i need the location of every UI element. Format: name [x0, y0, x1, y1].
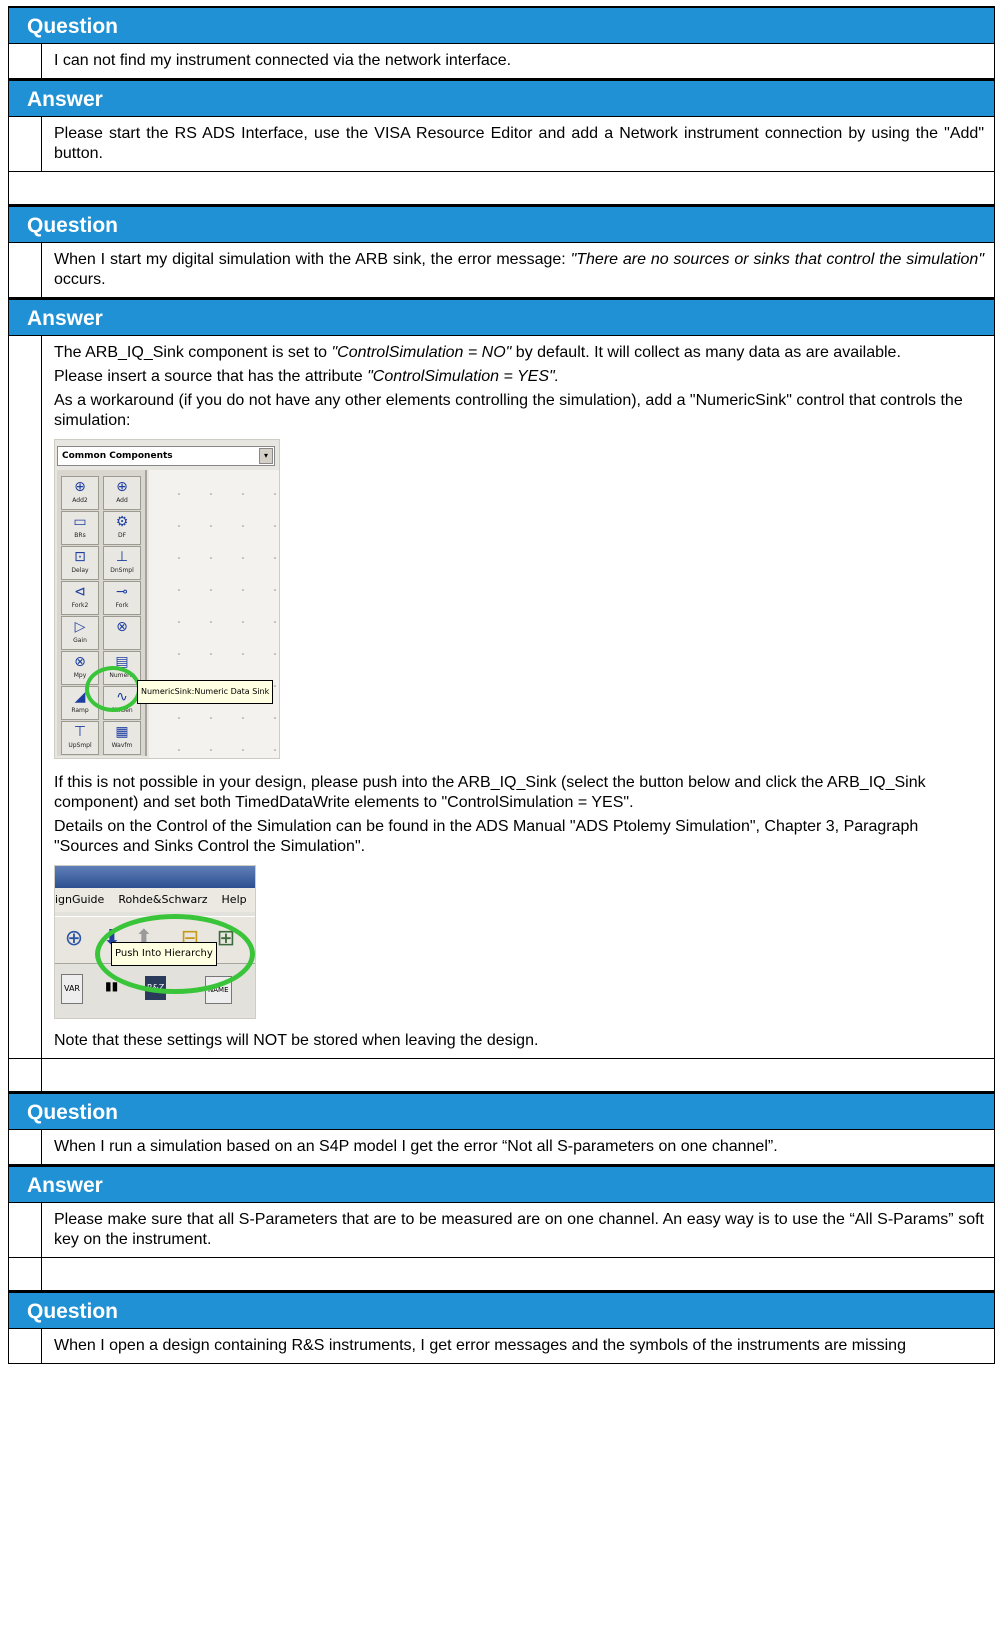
palette-component[interactable]: ⊸ Fork	[103, 581, 141, 615]
answer-text: Please make sure that all S-Parameters t…	[54, 1211, 984, 1248]
chevron-down-icon: ▾	[259, 448, 273, 464]
menu-bar: ignGuide Rohde&Schwarz Help	[55, 888, 255, 912]
answer-row: The ARB_IQ_Sink component is set to "Con…	[8, 336, 995, 1059]
question-header: Question	[8, 1291, 995, 1329]
component-icon: ⊡	[74, 549, 86, 565]
window-titlebar	[55, 866, 255, 888]
question-text: When I start my digital simulation with …	[54, 251, 984, 288]
component-icon: ▭	[73, 514, 87, 530]
component-label: Ramp	[71, 707, 89, 714]
component-icon: ⊗	[74, 654, 86, 670]
component-label: BRs	[74, 532, 86, 539]
answer-header: Answer	[8, 298, 995, 336]
table-spacer-row	[8, 1059, 995, 1092]
component-label: Fork	[115, 602, 129, 609]
menu-item: ignGuide	[55, 893, 105, 906]
component-icon: ⚙	[115, 514, 129, 530]
component-label: Gain	[73, 637, 87, 644]
answer-row: Please make sure that all S-Parameters t…	[8, 1203, 995, 1258]
component-palette-screenshot: Common Components ▾ ⊕ Add2 ⊕ Add ▭ BRs ⚙ DF ⊡ Del…	[54, 439, 280, 759]
palette-component[interactable]: ⊤ UpSmpl	[61, 721, 99, 755]
palette-component[interactable]: ⊗	[103, 616, 141, 650]
error-message-quote: "There are no sources or sinks that cont…	[570, 251, 984, 268]
answer-paragraph: Details on the Control of the Simulation…	[54, 818, 919, 855]
answer-row: Please start the RS ADS Interface, use t…	[8, 117, 995, 172]
answer-text: Please start the RS ADS Interface, use t…	[54, 125, 984, 162]
component-icon: ⊥	[115, 549, 129, 565]
toolbar-screenshot: ignGuide Rohde&Schwarz Help ⊕ ⬇ ⬆ ⊟ ⊞ VAR …	[54, 865, 256, 1019]
component-label: DnSmpl	[110, 567, 134, 574]
component-icon: ⊕	[74, 479, 86, 495]
answer-header: Answer	[8, 79, 995, 117]
answer-text: The ARB_IQ_Sink component is set to "Con…	[42, 336, 994, 1058]
component-icon: ⊗	[116, 619, 128, 635]
component-icon: ⊸	[116, 584, 128, 600]
component-label: Wavfm	[111, 742, 133, 749]
palette-grid: ⊕ Add2 ⊕ Add ▭ BRs ⚙ DF ⊡ Delay ⊥ DnSmpl ⊲ Fork2 ⊸ Fork…	[57, 470, 147, 756]
question-header: Question	[8, 6, 995, 44]
question-text: When I run a simulation based on an S4P …	[54, 1138, 778, 1155]
component-label: Delay	[71, 567, 89, 574]
schematic-canvas	[149, 470, 279, 758]
component-icon: ▷	[74, 619, 86, 635]
tooltip: Push Into Hierarchy	[111, 942, 217, 966]
question-text: When I open a design containing R&S inst…	[54, 1337, 906, 1354]
component-label: Add2	[72, 497, 88, 504]
menu-item: Help	[221, 893, 247, 906]
palette-component[interactable]: ▭ BRs	[61, 511, 99, 545]
palette-component[interactable]: ⊡ Delay	[61, 546, 99, 580]
faq-table: Question I can not find my instrument co…	[8, 6, 995, 1364]
answer-header: Answer	[8, 1165, 995, 1203]
question-row: When I open a design containing R&S inst…	[8, 1329, 995, 1364]
answer-paragraph: If this is not possible in your design, …	[54, 774, 926, 811]
question-text: I can not find my instrument connected v…	[54, 52, 512, 69]
answer-paragraph: As a workaround (if you do not have any …	[54, 392, 963, 429]
question-header: Question	[8, 1092, 995, 1130]
palette-component[interactable]: ⊕ Add2	[61, 476, 99, 510]
palette-component[interactable]: ⚙ DF	[103, 511, 141, 545]
question-header: Question	[8, 205, 995, 243]
palette-component[interactable]: ⊲ Fork2	[61, 581, 99, 615]
component-icon: ⊕	[116, 479, 128, 495]
component-icon: ▦	[115, 724, 129, 740]
highlight-circle	[85, 666, 141, 712]
question-row: When I start my digital simulation with …	[8, 243, 995, 298]
answer-paragraph: Note that these settings will NOT be sto…	[54, 1032, 539, 1049]
hierarchy-icon: ⊕	[64, 926, 84, 951]
table-spacer-row	[8, 1258, 995, 1291]
component-label: Fork2	[71, 602, 89, 609]
component-icon: ⊤	[73, 724, 87, 740]
question-row: When I run a simulation based on an S4P …	[8, 1130, 995, 1165]
menu-item: Rohde&Schwarz	[118, 893, 208, 906]
question-row: I can not find my instrument connected v…	[8, 44, 995, 79]
component-label: Add	[116, 497, 128, 504]
palette-component[interactable]: ▷ Gain	[61, 616, 99, 650]
palette-dropdown: Common Components ▾	[57, 446, 275, 466]
component-label: UpSmpl	[68, 742, 92, 749]
palette-component[interactable]: ⊕ Add	[103, 476, 141, 510]
component-label: DF	[117, 532, 127, 539]
table-spacer-row	[8, 172, 995, 205]
palette-component[interactable]: ▦ Wavfm	[103, 721, 141, 755]
answer-paragraph: The ARB_IQ_Sink component is set to "Con…	[54, 344, 901, 361]
tooltip: NumericSink:Numeric Data Sink	[137, 680, 274, 704]
component-icon: ⊲	[74, 584, 86, 600]
palette-component[interactable]: ⊥ DnSmpl	[103, 546, 141, 580]
answer-paragraph: Please insert a source that has the attr…	[54, 368, 560, 385]
